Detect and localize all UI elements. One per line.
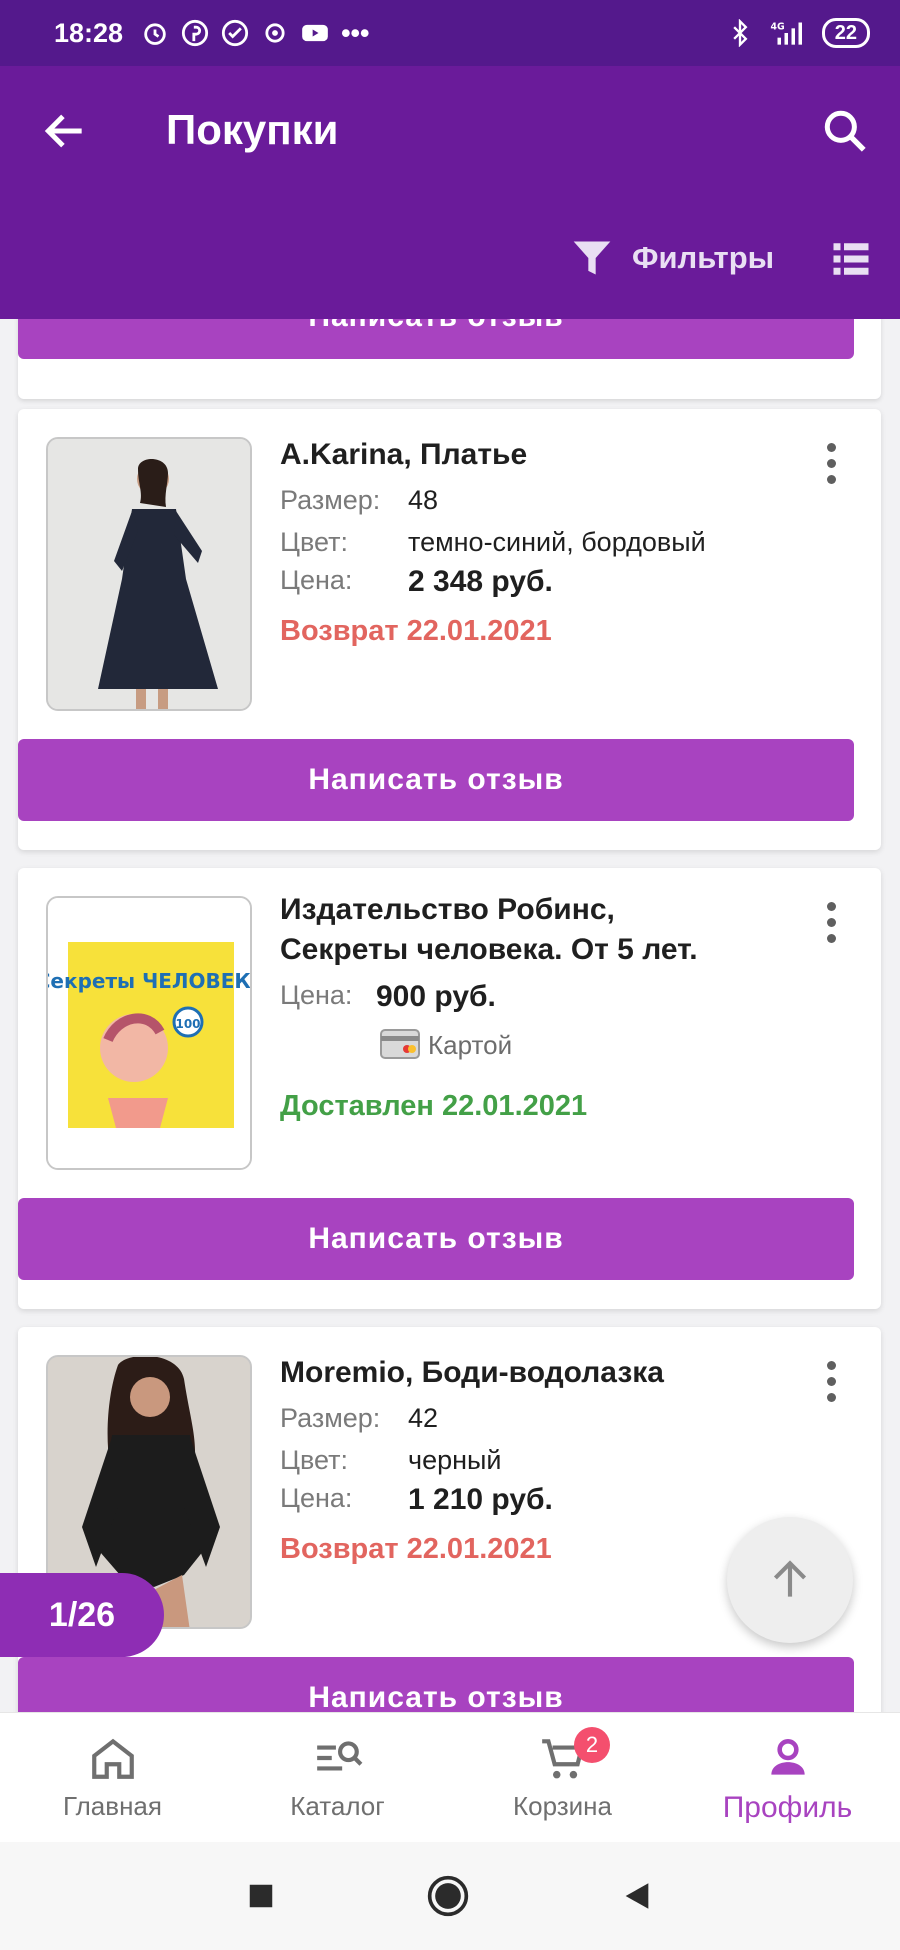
bottom-navigation: Главная Каталог 2 Корзина Профиль: [0, 1712, 900, 1842]
order-card: Секреты ЧЕЛОВЕКА 100 Издательство Робинс…: [18, 868, 881, 1309]
dress-photo: [48, 439, 250, 709]
order-status: Возврат 22.01.2021: [280, 1533, 552, 1565]
home-icon: [91, 1738, 134, 1779]
page-title: Покупки: [166, 106, 339, 153]
recent-apps-icon[interactable]: [246, 1881, 276, 1911]
more-notifications-icon: •••: [341, 17, 370, 48]
product-title: Moremio, Боди-водолазка: [280, 1356, 664, 1389]
price-row: Цена: 1 210 руб.: [280, 1483, 553, 1517]
check-circle-icon: [221, 19, 249, 47]
nav-profile[interactable]: Профиль: [675, 1713, 900, 1842]
color-row: Цвет: темно-синий, бордовый: [280, 527, 706, 558]
filters-button[interactable]: Фильтры: [570, 236, 774, 280]
price-label: Цена:: [280, 565, 353, 595]
price-row: Цена: 900 руб.: [280, 980, 496, 1014]
size-value: 48: [408, 485, 439, 515]
order-card: Moremio, Боди-водолазка Размер: 42 Цвет:…: [18, 1327, 881, 1712]
book-cover-badge: 100: [175, 1017, 200, 1031]
back-arrow-icon[interactable]: [40, 106, 90, 156]
product-title: A.Karina, Платье: [280, 438, 528, 471]
pinterest-icon: [181, 19, 209, 47]
product-title-line1: Издательство Робинс,: [280, 893, 615, 926]
system-navigation-bar: [0, 1842, 900, 1950]
nav-cart-label: Корзина: [512, 1791, 613, 1821]
list-view-icon[interactable]: [830, 238, 872, 280]
price-row: Цена: 2 348 руб.: [280, 565, 553, 599]
filters-label: Фильтры: [632, 240, 775, 275]
payment-label: Картой: [428, 1029, 513, 1060]
size-label: Размер:: [280, 1403, 381, 1433]
write-review-button[interactable]: Написать отзыв: [18, 739, 854, 821]
profile-icon: [770, 1739, 805, 1775]
nav-catalog[interactable]: Каталог: [225, 1713, 450, 1842]
nav-home-label: Главная: [63, 1791, 162, 1821]
book-cover: Секреты ЧЕЛОВЕКА 100: [48, 898, 252, 1168]
filter-icon: [573, 241, 611, 275]
back-triangle-icon[interactable]: [620, 1879, 654, 1913]
app-bar: Покупки Фильтры: [0, 66, 900, 319]
product-title-line2: Секреты человека. От 5 лет.: [280, 933, 698, 966]
size-row: Размер: 42: [280, 1403, 438, 1434]
alarm-icon: [144, 23, 166, 45]
order-status: Возврат 22.01.2021: [280, 615, 552, 647]
order-card: Написать отзыв: [18, 319, 881, 399]
status-bar: 18:28 ••• 4G 22: [0, 0, 900, 66]
nav-profile-label: Профиль: [722, 1791, 853, 1824]
more-options-icon[interactable]: [825, 1361, 837, 1405]
color-row: Цвет: черный: [280, 1445, 502, 1476]
write-review-button[interactable]: Написать отзыв: [18, 1657, 854, 1712]
color-label: Цвет:: [280, 527, 349, 557]
more-options-icon[interactable]: [825, 902, 837, 946]
price-value: 2 348 руб.: [408, 565, 553, 598]
orders-list[interactable]: Написать отзыв A.Karina, Платье Размер: …: [0, 319, 900, 1712]
notification-icons: •••: [141, 18, 369, 49]
price-label: Цена:: [280, 980, 353, 1010]
nav-catalog-label: Каталог: [290, 1791, 385, 1821]
color-value: темно-синий, бордовый: [408, 527, 706, 557]
arrow-up-icon: [773, 1560, 807, 1597]
size-row: Размер: 48: [280, 485, 438, 516]
size-label: Размер:: [280, 485, 381, 515]
color-label: Цвет:: [280, 1445, 349, 1475]
signal-icon: 4G: [770, 22, 802, 45]
order-status: Доставлен 22.01.2021: [280, 1090, 588, 1122]
battery-indicator: 22: [821, 18, 870, 48]
status-time: 18:28: [54, 17, 124, 48]
write-review-button[interactable]: Написать отзыв: [18, 1198, 854, 1280]
home-circle-icon[interactable]: [426, 1874, 470, 1918]
product-image-book[interactable]: Секреты ЧЕЛОВЕКА 100: [46, 896, 252, 1170]
product-image-dress[interactable]: [46, 437, 252, 711]
product-title: Издательство Робинс, Секреты человека. О…: [280, 890, 698, 970]
price-value: 900 руб.: [376, 980, 496, 1013]
nav-home[interactable]: Главная: [0, 1713, 225, 1842]
payment-method: Картой: [378, 1028, 512, 1062]
book-cover-title: Секреты ЧЕЛОВЕКА: [48, 969, 252, 993]
gear-bug-icon: [265, 23, 285, 43]
bluetooth-icon: [733, 19, 748, 47]
search-icon[interactable]: [820, 106, 870, 156]
color-value: черный: [408, 1445, 502, 1475]
network-type-label: 4G: [770, 22, 784, 33]
more-options-icon[interactable]: [825, 443, 837, 487]
write-review-button[interactable]: Написать отзыв: [18, 319, 854, 359]
credit-card-icon: [380, 1029, 420, 1059]
price-value: 1 210 руб.: [408, 1483, 553, 1516]
order-card: A.Karina, Платье Размер: 48 Цвет: темно-…: [18, 409, 881, 850]
catalog-search-icon: [316, 1741, 362, 1771]
scroll-to-top-button[interactable]: [727, 1517, 853, 1643]
youtube-icon: [302, 24, 328, 42]
price-label: Цена:: [280, 1483, 353, 1513]
page-counter: 1/26: [0, 1573, 164, 1657]
nav-cart[interactable]: 2 Корзина: [450, 1713, 675, 1842]
size-value: 42: [408, 1403, 439, 1433]
cart-count-badge: 2: [574, 1727, 610, 1763]
